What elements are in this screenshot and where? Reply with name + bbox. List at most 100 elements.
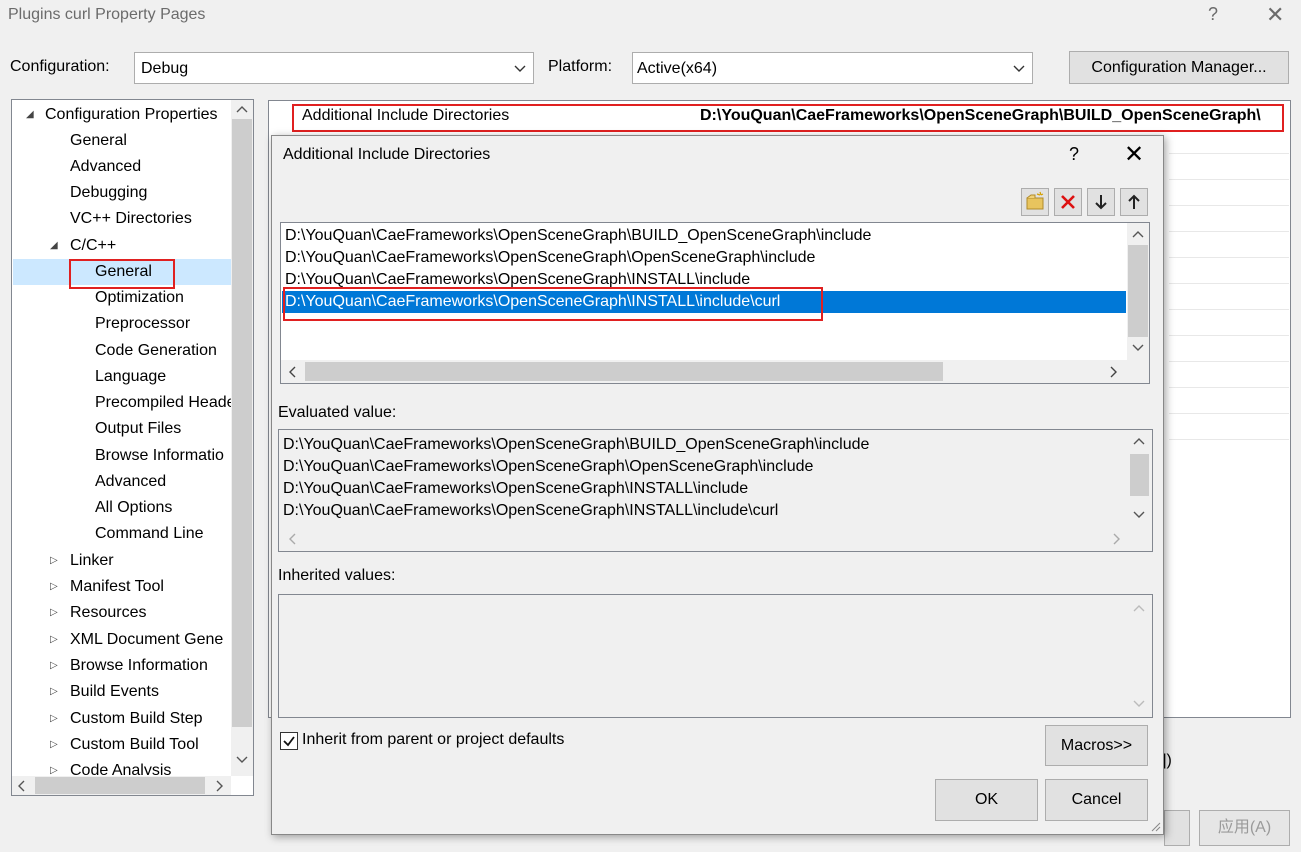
delete-icon xyxy=(1061,195,1075,209)
scroll-up-icon[interactable] xyxy=(1132,603,1146,613)
tree-item-browse-information-top[interactable]: Browse Information xyxy=(70,656,208,676)
grid-row-line xyxy=(1169,153,1289,154)
list-hscroll-thumb[interactable] xyxy=(305,362,943,381)
platform-dropdown[interactable]: Active(x64) xyxy=(632,52,1033,84)
configuration-value: Debug xyxy=(141,60,189,77)
scroll-down-icon[interactable] xyxy=(1132,510,1146,520)
tree-item-configuration-properties[interactable]: Configuration Properties xyxy=(45,105,218,125)
scroll-right-icon[interactable] xyxy=(215,779,225,793)
property-tree[interactable]: ◢ Configuration Properties General Advan… xyxy=(11,99,254,796)
expand-arrow-icon[interactable]: ◢ xyxy=(50,240,58,251)
move-down-button[interactable] xyxy=(1087,188,1115,216)
platform-value: Active(x64) xyxy=(637,60,718,77)
tree-item-manifest-tool[interactable]: Manifest Tool xyxy=(70,577,164,597)
dialog-title: Additional Include Directories xyxy=(283,146,491,163)
tree-item-precompiled-headers[interactable]: Precompiled Heade xyxy=(95,393,236,413)
scroll-left-icon[interactable] xyxy=(287,532,297,546)
close-button[interactable]: ✕ xyxy=(1266,2,1284,28)
apply-button[interactable]: 应用(A) xyxy=(1199,810,1290,846)
tree-item-custom-build-step[interactable]: Custom Build Step xyxy=(70,709,203,729)
chevron-down-icon xyxy=(1013,65,1025,72)
tree-item-c-cpp[interactable]: C/C++ xyxy=(70,236,116,256)
new-line-button[interactable] xyxy=(1021,188,1049,216)
expand-arrow-icon[interactable]: ▷ xyxy=(50,713,58,724)
grid-row-line xyxy=(1169,309,1289,310)
resize-grip-icon[interactable] xyxy=(1149,820,1161,832)
tree-item-debugging[interactable]: Debugging xyxy=(70,183,147,203)
list-vscroll-thumb[interactable] xyxy=(1128,245,1148,337)
evaluated-value-box[interactable]: D:\YouQuan\CaeFrameworks\OpenSceneGraph\… xyxy=(278,429,1153,552)
evaluated-vscroll-thumb[interactable] xyxy=(1130,454,1149,496)
scroll-left-icon[interactable] xyxy=(16,779,26,793)
cancel-button[interactable]: Cancel xyxy=(1045,779,1148,821)
background-button[interactable] xyxy=(1164,810,1190,846)
tree-item-all-options[interactable]: All Options xyxy=(95,498,172,518)
expand-arrow-icon[interactable]: ▷ xyxy=(50,765,58,776)
evaluated-label: Evaluated value: xyxy=(278,404,397,421)
tree-item-cpp-advanced[interactable]: Advanced xyxy=(95,472,166,492)
expand-arrow-icon[interactable]: ▷ xyxy=(50,555,58,566)
chevron-down-icon xyxy=(514,65,526,72)
tree-item-general[interactable]: General xyxy=(70,131,127,151)
tree-item-code-analysis[interactable]: Code Analysis xyxy=(70,761,171,775)
expand-arrow-icon[interactable]: ▷ xyxy=(50,634,58,645)
scroll-down-icon[interactable] xyxy=(1131,343,1145,353)
configuration-label: Configuration: xyxy=(10,58,110,75)
tree-scroll-thumb[interactable] xyxy=(232,119,252,727)
scroll-up-icon[interactable] xyxy=(1131,229,1145,239)
tree-item-command-line[interactable]: Command Line xyxy=(95,524,204,544)
expand-arrow-icon[interactable]: ▷ xyxy=(50,660,58,671)
scroll-right-icon[interactable] xyxy=(1109,365,1119,379)
tree-item-vc-directories[interactable]: VC++ Directories xyxy=(70,209,192,229)
list-item[interactable]: D:\YouQuan\CaeFrameworks\OpenSceneGraph\… xyxy=(285,225,871,247)
evaluated-line: D:\YouQuan\CaeFrameworks\OpenSceneGraph\… xyxy=(283,458,814,475)
list-item[interactable]: D:\YouQuan\CaeFrameworks\OpenSceneGraph\… xyxy=(285,247,815,269)
inherit-checkbox[interactable] xyxy=(280,732,298,750)
include-directories-dialog: Additional Include Directories ? ✕ D:\Yo… xyxy=(271,135,1164,835)
tree-item-browse-information[interactable]: Browse Informatio xyxy=(95,446,224,466)
tree-item-output-files[interactable]: Output Files xyxy=(95,419,181,439)
dialog-help-button[interactable]: ? xyxy=(1069,144,1079,165)
scroll-right-icon[interactable] xyxy=(1112,532,1122,546)
tree-item-xml-document-generator[interactable]: XML Document Gene xyxy=(70,630,223,650)
expand-arrow-icon[interactable]: ▷ xyxy=(50,607,58,618)
tree-item-advanced[interactable]: Advanced xyxy=(70,157,141,177)
evaluated-line: D:\YouQuan\CaeFrameworks\OpenSceneGraph\… xyxy=(283,480,749,497)
expand-arrow-icon[interactable]: ◢ xyxy=(26,109,34,120)
expand-arrow-icon[interactable]: ▷ xyxy=(50,686,58,697)
move-up-button[interactable] xyxy=(1120,188,1148,216)
tree-item-optimization[interactable]: Optimization xyxy=(95,288,184,308)
tree-item-preprocessor[interactable]: Preprocessor xyxy=(95,314,190,334)
tree-hscroll-thumb[interactable] xyxy=(35,777,205,794)
scroll-up-icon[interactable] xyxy=(1132,436,1146,446)
expand-arrow-icon[interactable]: ▷ xyxy=(50,581,58,592)
tree-item-linker[interactable]: Linker xyxy=(70,551,114,571)
grid-row-line xyxy=(1169,387,1289,388)
ok-button[interactable]: OK xyxy=(935,779,1038,821)
arrow-up-icon xyxy=(1128,194,1140,209)
tree-item-language[interactable]: Language xyxy=(95,367,166,387)
dialog-close-button[interactable]: ✕ xyxy=(1124,140,1144,169)
tree-item-resources[interactable]: Resources xyxy=(70,603,146,623)
configuration-dropdown[interactable]: Debug xyxy=(134,52,534,84)
scroll-down-icon[interactable] xyxy=(1132,699,1146,709)
inherited-values-box[interactable] xyxy=(278,594,1153,718)
tree-item-custom-build-tool[interactable]: Custom Build Tool xyxy=(70,735,199,755)
evaluated-line: D:\YouQuan\CaeFrameworks\OpenSceneGraph\… xyxy=(283,436,870,453)
expand-arrow-icon[interactable]: ▷ xyxy=(50,739,58,750)
grid-row-line xyxy=(1169,231,1289,232)
configuration-manager-button[interactable]: Configuration Manager... xyxy=(1069,51,1289,84)
macros-button[interactable]: Macros>> xyxy=(1045,725,1148,766)
delete-line-button[interactable] xyxy=(1054,188,1082,216)
scroll-up-icon[interactable] xyxy=(235,104,249,114)
scroll-left-icon[interactable] xyxy=(287,365,297,379)
grid-row-line xyxy=(1169,361,1289,362)
tree-item-build-events[interactable]: Build Events xyxy=(70,682,159,702)
scroll-down-icon[interactable] xyxy=(235,755,249,765)
annotation-box-property xyxy=(292,104,1284,132)
help-button[interactable]: ? xyxy=(1208,4,1218,25)
inherit-checkbox-label[interactable]: Inherit from parent or project defaults xyxy=(302,731,564,749)
grid-row-line xyxy=(1169,257,1289,258)
tree-item-code-generation[interactable]: Code Generation xyxy=(95,341,217,361)
grid-row-line xyxy=(1169,283,1289,284)
